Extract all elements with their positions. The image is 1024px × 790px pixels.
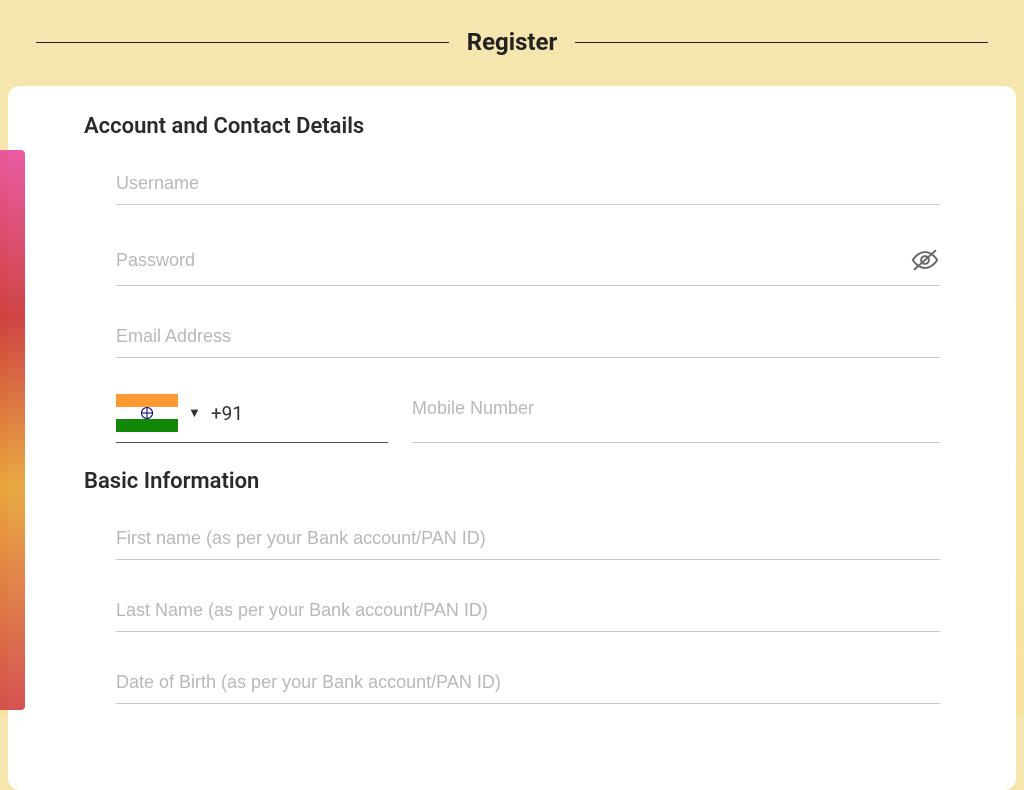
username-input[interactable] xyxy=(116,173,940,194)
eye-slash-icon[interactable] xyxy=(910,245,940,275)
mobile-input[interactable] xyxy=(412,398,940,419)
basic-fields xyxy=(84,514,940,704)
register-card: Account and Contact Details xyxy=(8,86,1016,790)
section-account-heading: Account and Contact Details xyxy=(84,114,940,139)
email-input[interactable] xyxy=(116,326,940,347)
chevron-down-icon: ▼ xyxy=(188,405,201,421)
mobile-field-row xyxy=(412,384,940,443)
username-field-row xyxy=(116,159,940,205)
account-fields: ▼ +91 xyxy=(84,159,940,443)
section-basic-heading: Basic Information xyxy=(84,469,940,494)
header-line-right xyxy=(575,42,988,43)
password-input[interactable] xyxy=(116,250,902,271)
india-flag-icon xyxy=(116,394,178,432)
dial-code: +91 xyxy=(211,402,243,425)
page-title: Register xyxy=(449,28,576,56)
password-field-row xyxy=(116,231,940,286)
email-field-row xyxy=(116,312,940,358)
last-name-field-row xyxy=(116,586,940,632)
first-name-field-row xyxy=(116,514,940,560)
header-line-left xyxy=(36,42,449,43)
phone-group: ▼ +91 xyxy=(116,384,940,443)
background-decor xyxy=(0,150,25,710)
page-header: Register xyxy=(0,0,1024,56)
first-name-input[interactable] xyxy=(116,528,940,549)
last-name-input[interactable] xyxy=(116,600,940,621)
dob-input[interactable] xyxy=(116,672,940,693)
dob-field-row xyxy=(116,658,940,704)
country-code-selector[interactable]: ▼ +91 xyxy=(116,384,388,443)
